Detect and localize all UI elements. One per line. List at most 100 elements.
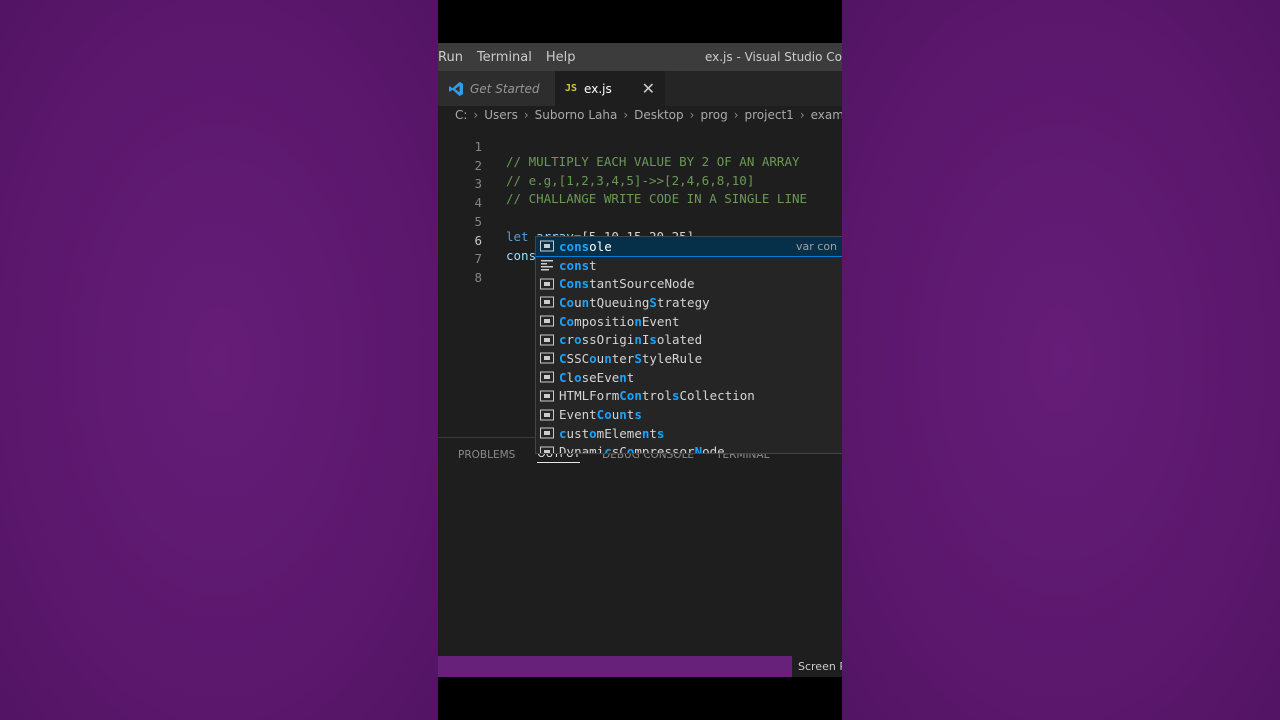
variable-icon	[540, 334, 554, 346]
variable-icon-shape	[544, 337, 550, 342]
breadcrumb: C: › Users › Suborno Laha › Desktop › prog › …	[438, 106, 842, 123]
variable-icon	[540, 352, 554, 364]
suggestion-label: CSSCounterStyleRule	[559, 350, 703, 366]
variable-icon-shape	[544, 412, 550, 417]
background-right	[842, 0, 1280, 720]
suggestion-item[interactable]: CloseEvent	[536, 368, 842, 387]
variable-icon-shape	[540, 334, 554, 346]
suggestion-item[interactable]: ConstantSourceNode	[536, 274, 842, 293]
tab-ex-js[interactable]: JS ex.js ✕	[555, 71, 665, 106]
variable-icon	[540, 446, 554, 453]
suggestion-label: CountQueuingStrategy	[559, 294, 710, 310]
chevron-right-icon: ›	[523, 107, 529, 122]
menu-run[interactable]: Run	[438, 50, 470, 65]
suggestion-item[interactable]: HTMLFormControlsCollection	[536, 387, 842, 406]
variable-icon-shape	[540, 278, 554, 290]
vscode-logo-icon	[448, 81, 464, 97]
menu-help[interactable]: Help	[539, 50, 583, 65]
variable-icon-shape	[544, 319, 550, 324]
variable-icon-shape	[544, 449, 550, 453]
suggestion-item[interactable]: CompositionEvent	[536, 312, 842, 331]
vscode-window: Run Terminal Help ex.js - Visual Studio …	[438, 43, 842, 677]
suggestion-item[interactable]: EventCounts	[536, 405, 842, 424]
code-line: 4	[438, 180, 842, 210]
suggestion-item[interactable]: CountQueuingStrategy	[536, 293, 842, 312]
suggestion-item[interactable]: DynamicsCompressorNode	[536, 443, 842, 454]
breadcrumb-item[interactable]: Desktop	[634, 108, 684, 122]
close-icon[interactable]: ✕	[642, 79, 655, 98]
suggestion-label: CloseEvent	[559, 369, 635, 385]
suggestion-label: DynamicsCompressorNode	[559, 444, 725, 454]
variable-icon	[540, 240, 554, 252]
bottom-panel: PROBLEMS OUTPUT DEBUG CONSOLE TERMINAL	[438, 437, 842, 656]
variable-icon	[540, 371, 554, 383]
variable-icon	[540, 278, 554, 290]
variable-icon-shape	[540, 371, 554, 383]
variable-icon-shape	[540, 240, 554, 252]
snippet-icon-shape	[541, 266, 553, 268]
variable-icon-shape	[540, 409, 554, 421]
code-line: 2 // e.g,[1,2,3,4,5]->>[2,4,6,8,10]	[438, 143, 842, 188]
snippet-icon-shape	[541, 263, 547, 265]
menu-terminal[interactable]: Terminal	[470, 50, 539, 65]
variable-icon	[540, 427, 554, 439]
code-line: 1 // MULTIPLY EACH VALUE BY 2 OF AN ARRA…	[438, 124, 842, 169]
menu-bar: Run Terminal Help ex.js - Visual Studio …	[438, 43, 842, 71]
suggestion-label: ConstantSourceNode	[559, 276, 695, 292]
snippet-icon-shape	[541, 260, 553, 271]
suggestion-item[interactable]: crossOriginIsolated	[536, 330, 842, 349]
variable-icon-shape	[544, 244, 550, 249]
suggestion-item[interactable]: console var con	[536, 237, 842, 257]
suggestion-label: HTMLFormControlsCollection	[559, 388, 755, 404]
suggestion-label: customElements	[559, 425, 665, 441]
snippet-icon-shape	[541, 269, 549, 271]
code-line: 5 let array=[5,10,15,20,25]	[438, 199, 842, 244]
chevron-right-icon: ›	[733, 107, 739, 122]
autocomplete-list: console var con const ConstantSourceNode Cou…	[535, 236, 842, 454]
js-file-icon: JS	[565, 83, 578, 94]
variable-icon-shape	[540, 315, 554, 327]
variable-icon-shape	[544, 281, 550, 286]
variable-icon-shape	[544, 375, 550, 380]
snippet-icon	[540, 259, 554, 271]
breadcrumb-item[interactable]: prog	[700, 108, 727, 122]
suggestion-label: EventCounts	[559, 407, 642, 423]
variable-icon	[540, 409, 554, 421]
tab-label: ex.js	[584, 81, 612, 96]
variable-icon-shape	[540, 390, 554, 402]
variable-icon-shape	[540, 427, 554, 439]
variable-icon-shape	[544, 300, 550, 305]
snippet-icon-shape	[541, 260, 553, 262]
tab-problems[interactable]: PROBLEMS	[458, 449, 515, 461]
background-left	[0, 0, 438, 720]
variable-icon	[540, 390, 554, 402]
code-line: 3 // CHALLANGE WRITE CODE IN A SINGLE LI…	[438, 161, 842, 206]
breadcrumb-item[interactable]: C:	[455, 108, 467, 122]
breadcrumb-item[interactable]: Users	[484, 108, 518, 122]
video-frame: Run Terminal Help ex.js - Visual Studio …	[438, 0, 842, 720]
suggestion-label: crossOriginIsolated	[559, 332, 703, 348]
variable-icon-shape	[540, 446, 554, 453]
chevron-right-icon: ›	[473, 107, 479, 122]
tab-get-started[interactable]: Get Started	[438, 71, 555, 106]
chevron-right-icon: ›	[689, 107, 695, 122]
variable-icon-shape	[540, 352, 554, 364]
breadcrumb-item[interactable]: Suborno Laha	[535, 108, 618, 122]
suggestion-item[interactable]: CSSCounterStyleRule	[536, 349, 842, 368]
status-right-text: Screen R	[792, 656, 842, 677]
suggestion-item[interactable]: customElements	[536, 424, 842, 443]
variable-icon	[540, 315, 554, 327]
line-number: 8	[474, 269, 482, 285]
variable-icon-shape	[544, 431, 550, 436]
breadcrumb-item[interactable]: example	[811, 108, 842, 122]
suggestion-label: CompositionEvent	[559, 313, 680, 329]
variable-icon-shape	[544, 356, 550, 361]
status-bar: Screen R	[438, 656, 842, 677]
window-title: ex.js - Visual Studio Co	[704, 50, 842, 64]
breadcrumb-item[interactable]: project1	[745, 108, 794, 122]
suggestion-item[interactable]: const	[536, 256, 842, 275]
tab-bar: Get Started JS ex.js ✕	[438, 71, 842, 106]
suggestion-detail: var con	[796, 239, 838, 253]
suggestion-label: const	[559, 257, 597, 273]
suggestion-label: console	[559, 238, 612, 254]
